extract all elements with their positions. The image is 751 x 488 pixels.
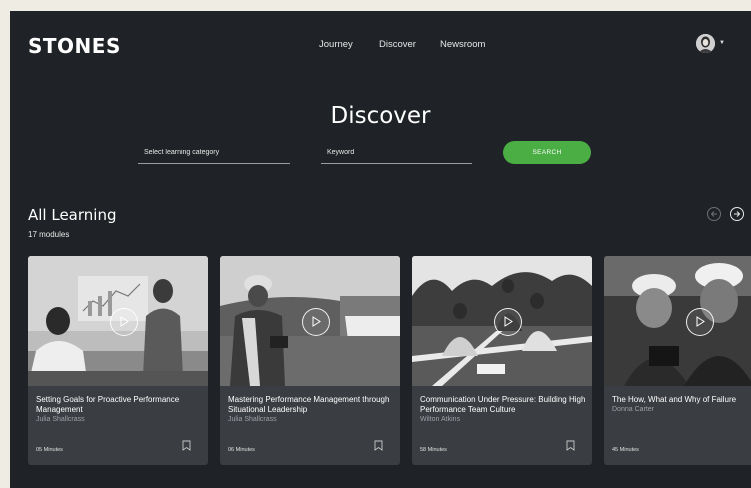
learning-card[interactable]: Setting Goals for Proactive Performance …: [28, 256, 208, 465]
play-icon[interactable]: [494, 308, 522, 336]
card-author: Donna Carter: [612, 406, 655, 413]
nav-item-journey[interactable]: Journey: [319, 39, 353, 50]
bookmark-icon[interactable]: [566, 440, 575, 451]
card-title: Mastering Performance Management through…: [228, 395, 394, 425]
bookmark-icon[interactable]: [374, 440, 383, 451]
card-title: Setting Goals for Proactive Performance …: [36, 395, 202, 425]
card-author: Julia Shallcrass: [36, 416, 85, 423]
learning-card[interactable]: The How, What and Why of Failure Donna C…: [604, 256, 751, 465]
learning-card[interactable]: Communication Under Pressure: Building H…: [412, 256, 592, 465]
main-nav: Journey Discover Newsroom: [10, 39, 751, 53]
category-select[interactable]: [138, 144, 290, 164]
play-icon[interactable]: [302, 308, 330, 336]
card-title-text: Mastering Performance Management through…: [228, 395, 390, 414]
carousel-next-button[interactable]: [730, 207, 744, 221]
section-title: All Learning: [28, 206, 117, 224]
card-duration: 58 Minutes: [420, 447, 447, 453]
card-duration: 45 Minutes: [612, 447, 639, 453]
user-avatar[interactable]: [696, 34, 715, 53]
search-button[interactable]: SEARCH: [503, 141, 591, 164]
app-window: STONES Journey Discover Newsroom ▼ Disco…: [10, 11, 751, 488]
learning-card[interactable]: Mastering Performance Management through…: [220, 256, 400, 465]
card-title: The How, What and Why of Failure Donna C…: [612, 395, 751, 415]
card-duration: 05 Minutes: [36, 447, 63, 453]
carousel-prev-button[interactable]: [707, 207, 721, 221]
card-title-text: The How, What and Why of Failure: [612, 395, 737, 404]
card-author: Wilton Atkins: [420, 416, 461, 423]
play-icon[interactable]: [110, 308, 138, 336]
arrow-left-icon: [710, 211, 717, 217]
category-select-input[interactable]: [144, 149, 290, 156]
card-thumbnail-image: [604, 256, 751, 386]
card-title-text: Communication Under Pressure: Building H…: [420, 395, 586, 414]
card-title-text: Setting Goals for Proactive Performance …: [36, 395, 180, 414]
bookmark-icon[interactable]: [182, 440, 191, 451]
play-icon[interactable]: [686, 308, 714, 336]
card-title: Communication Under Pressure: Building H…: [420, 395, 586, 425]
module-count: 17 modules: [28, 230, 70, 239]
nav-item-newsroom[interactable]: Newsroom: [440, 39, 485, 50]
arrow-right-icon: [734, 211, 741, 217]
keyword-input[interactable]: [327, 149, 472, 156]
card-author: Julia Shallcrass: [228, 416, 277, 423]
keyword-field[interactable]: [321, 144, 472, 164]
page-title: Discover: [330, 103, 431, 130]
chevron-down-icon[interactable]: ▼: [719, 40, 725, 46]
card-duration: 06 Minutes: [228, 447, 255, 453]
nav-item-discover[interactable]: Discover: [379, 39, 416, 50]
